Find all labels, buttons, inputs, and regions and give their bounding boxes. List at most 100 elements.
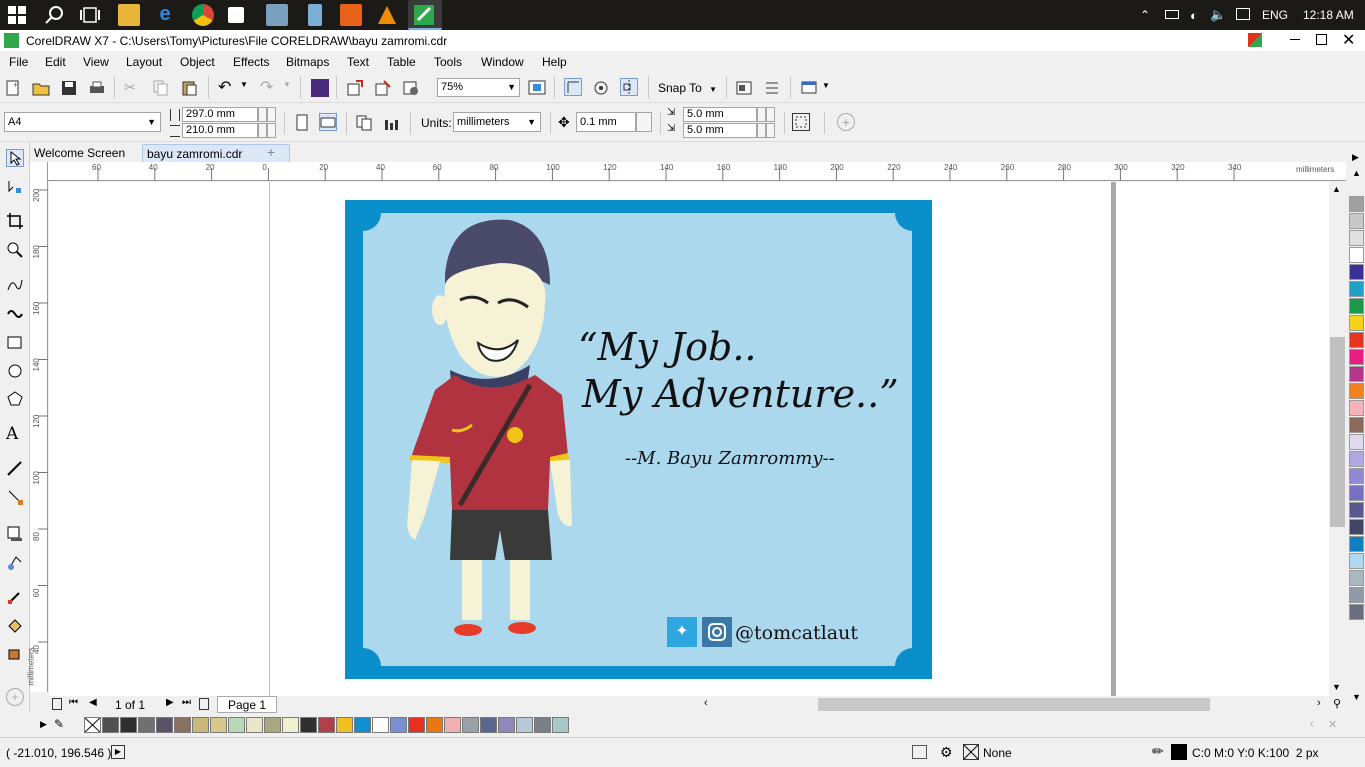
shape-tool-icon[interactable] — [6, 178, 24, 196]
document-palette-swatch[interactable] — [462, 717, 479, 733]
menu-table[interactable]: Table — [387, 55, 416, 69]
document-palette-swatch[interactable] — [300, 717, 317, 733]
palette-swatch[interactable] — [1349, 400, 1364, 416]
social-handle[interactable]: @tomcatlaut — [735, 622, 858, 644]
menu-help[interactable]: Help — [542, 55, 567, 69]
document-palette-swatch[interactable] — [480, 717, 497, 733]
cut-icon[interactable]: ✂ — [124, 79, 142, 97]
full-screen-preview-icon[interactable] — [528, 79, 546, 97]
page-tab-1[interactable]: Page 1 — [217, 696, 278, 713]
snap-to-dropdown[interactable]: Snap To ▼ — [658, 81, 717, 95]
interactive-fill-icon[interactable] — [6, 616, 24, 634]
maximize-button[interactable] — [1316, 34, 1327, 45]
duplicate-y-spinner-2[interactable] — [766, 123, 775, 138]
document-palette-swatch[interactable] — [282, 717, 299, 733]
horizontal-ruler[interactable]: 60 40 20 0 20 40 60 80 100 120 140 160 180 200 220 240 2… — [48, 162, 1346, 181]
undo-dropdown-icon[interactable]: ▼ — [240, 80, 258, 98]
vertical-scrollbar[interactable]: ▲ ▼ — [1329, 182, 1346, 696]
duplicate-distance-y-input[interactable]: 5.0 mm — [683, 123, 757, 138]
document-palette-swatch[interactable] — [156, 717, 173, 733]
menu-layout[interactable]: Layout — [126, 55, 162, 69]
document-palette-swatch[interactable] — [102, 717, 119, 733]
duplicate-x-spinner-2[interactable] — [766, 107, 775, 122]
palette-swatch[interactable] — [1349, 315, 1364, 331]
copy-icon[interactable] — [152, 79, 170, 97]
page-width-spinner-2[interactable] — [267, 107, 276, 122]
palette-swatch[interactable] — [1349, 417, 1364, 433]
document-palette-swatch[interactable] — [264, 717, 281, 733]
palette-swatch[interactable] — [1349, 468, 1364, 484]
scroll-up-arrow-icon[interactable]: ▲ — [1332, 184, 1341, 194]
palette-swatch[interactable] — [1349, 434, 1364, 450]
vertical-scroll-thumb[interactable] — [1330, 337, 1345, 527]
zoom-tool-icon[interactable] — [6, 241, 24, 259]
first-page-icon[interactable]: ⏮ — [69, 697, 78, 708]
palette-swatch[interactable] — [1349, 604, 1364, 620]
menu-tools[interactable]: Tools — [434, 55, 462, 69]
horizontal-scroll-thumb[interactable] — [818, 698, 1210, 711]
menu-edit[interactable]: Edit — [45, 55, 66, 69]
palette-scroll-up-icon[interactable]: ▶ — [1352, 152, 1359, 163]
previous-page-icon[interactable]: ◀ — [89, 697, 97, 708]
volume-icon[interactable]: 🔈 — [1210, 7, 1226, 23]
menu-effects[interactable]: Effects — [233, 55, 269, 69]
page-height-spinner[interactable] — [258, 123, 267, 138]
print-icon[interactable] — [88, 79, 106, 97]
quote-line-2[interactable]: My Adventure..” — [582, 372, 899, 416]
open-folder-icon[interactable] — [32, 79, 50, 97]
page-height-spinner-2[interactable] — [267, 123, 276, 138]
freehand-tool-icon[interactable] — [6, 276, 24, 294]
document-palette-swatch[interactable] — [426, 717, 443, 733]
task-view-icon[interactable] — [80, 6, 102, 28]
document-palette-swatch[interactable] — [318, 717, 335, 733]
drop-shadow-icon[interactable] — [6, 525, 24, 543]
document-palette-swatch[interactable] — [444, 717, 461, 733]
add-page-before-icon[interactable] — [52, 698, 62, 710]
menu-view[interactable]: View — [83, 55, 109, 69]
scroll-right-arrow-icon[interactable]: › — [1317, 697, 1321, 709]
document-palette-swatch[interactable] — [210, 717, 227, 733]
wifi-icon[interactable]: ◐ — [1190, 8, 1198, 23]
next-page-icon[interactable]: ▶ — [166, 697, 174, 708]
scroll-left-arrow-icon[interactable]: ‹ — [704, 697, 708, 709]
connector-tool-icon[interactable] — [6, 488, 24, 506]
paste-icon[interactable] — [180, 79, 198, 97]
search-content-icon[interactable] — [311, 79, 329, 97]
document-palette-swatch[interactable] — [138, 717, 155, 733]
new-tab-icon[interactable]: + — [262, 143, 280, 161]
palette-swatch[interactable] — [1349, 196, 1364, 212]
palette-swatch[interactable] — [1349, 281, 1364, 297]
menu-file[interactable]: File — [9, 55, 28, 69]
document-palette-swatch[interactable] — [498, 717, 515, 733]
palette-swatch[interactable] — [1349, 349, 1364, 365]
language-indicator[interactable]: ENG — [1262, 8, 1288, 22]
page-width-spinner[interactable] — [258, 107, 267, 122]
portrait-icon[interactable] — [293, 114, 311, 132]
quote-line-1[interactable]: “My Job.. — [578, 325, 756, 369]
add-tool-icon[interactable]: + — [6, 688, 24, 706]
options-icon[interactable] — [735, 79, 753, 97]
import-icon[interactable] — [346, 79, 364, 97]
show-guidelines-icon[interactable] — [620, 78, 638, 96]
palette-right-arrow-icon[interactable]: ✕ — [1328, 718, 1337, 731]
store-icon[interactable] — [228, 7, 244, 23]
windows-start-icon[interactable] — [8, 6, 26, 24]
document-palette-swatch[interactable] — [534, 717, 551, 733]
eyedropper-tool-icon[interactable] — [6, 588, 24, 606]
close-button[interactable]: ✕ — [1342, 30, 1355, 50]
scroll-down-arrow-icon[interactable]: ▼ — [1332, 682, 1341, 692]
menu-window[interactable]: Window — [481, 55, 524, 69]
units-select[interactable]: millimeters ▼ — [453, 112, 541, 132]
no-color-swatch[interactable] — [84, 717, 101, 733]
export-icon[interactable] — [374, 79, 392, 97]
edge-icon[interactable]: e — [154, 4, 176, 26]
palette-swatch[interactable] — [1349, 570, 1364, 586]
application-launcher-icon[interactable] — [763, 79, 781, 97]
duplicate-y-spinner[interactable] — [757, 123, 766, 138]
page-size-select[interactable]: A4 ▼ — [4, 112, 161, 132]
document-palette-swatch[interactable] — [516, 717, 533, 733]
notes-icon[interactable] — [308, 4, 322, 26]
palette-swatch[interactable] — [1349, 536, 1364, 552]
vlc-icon[interactable] — [376, 4, 398, 26]
window-arrange-icon[interactable] — [800, 79, 818, 97]
